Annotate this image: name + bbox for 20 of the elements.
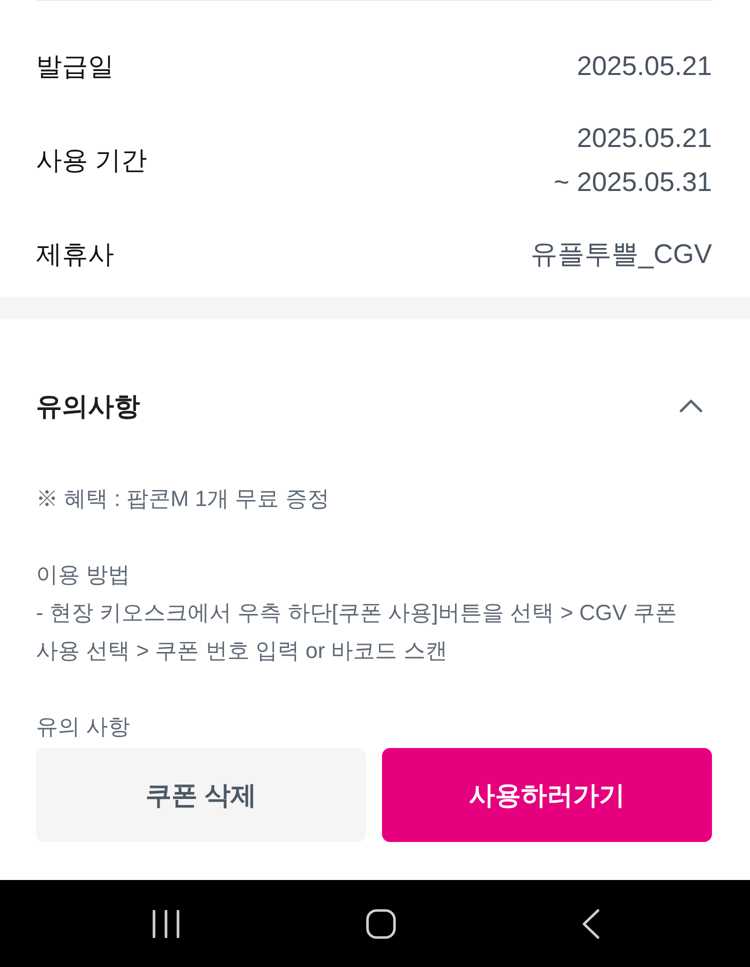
three-bars-icon (152, 910, 180, 938)
back-button[interactable] (582, 908, 600, 938)
notice-text: 유의 사항 (36, 713, 132, 741)
notice-text: 이용 방법 (36, 561, 132, 589)
recent-apps-button[interactable] (152, 910, 180, 938)
detail-value: 2025.05.21 (576, 50, 712, 83)
home-button[interactable] (366, 908, 396, 938)
notice-text: - 현장 키오스크에서 우측 하단[쿠폰 사용]버튼을 선택 > CGV 쿠폰 사용 선택 > 쿠폰 번호 입력 or 바코드 스캔 (36, 599, 678, 665)
notice-title: 유의사항 (36, 390, 140, 423)
detail-label: 사용 기간 (36, 144, 148, 177)
back-chevron-icon (582, 908, 600, 938)
detail-label: 제휴사 (36, 238, 114, 271)
notice-text: ※ 혜택 : 팝콘M 1개 무료 증정 (36, 485, 330, 513)
use-coupon-button[interactable]: 사용하러가기 (382, 748, 712, 842)
detail-label: 발급일 (36, 50, 114, 83)
rounded-square-icon (366, 908, 396, 938)
detail-value: 유플투쁠_CGV (530, 238, 712, 271)
detail-value: 2025.05.21 (576, 122, 712, 155)
delete-coupon-button[interactable]: 쿠폰 삭제 (36, 748, 366, 842)
detail-value: ~ 2025.05.31 (554, 166, 712, 199)
